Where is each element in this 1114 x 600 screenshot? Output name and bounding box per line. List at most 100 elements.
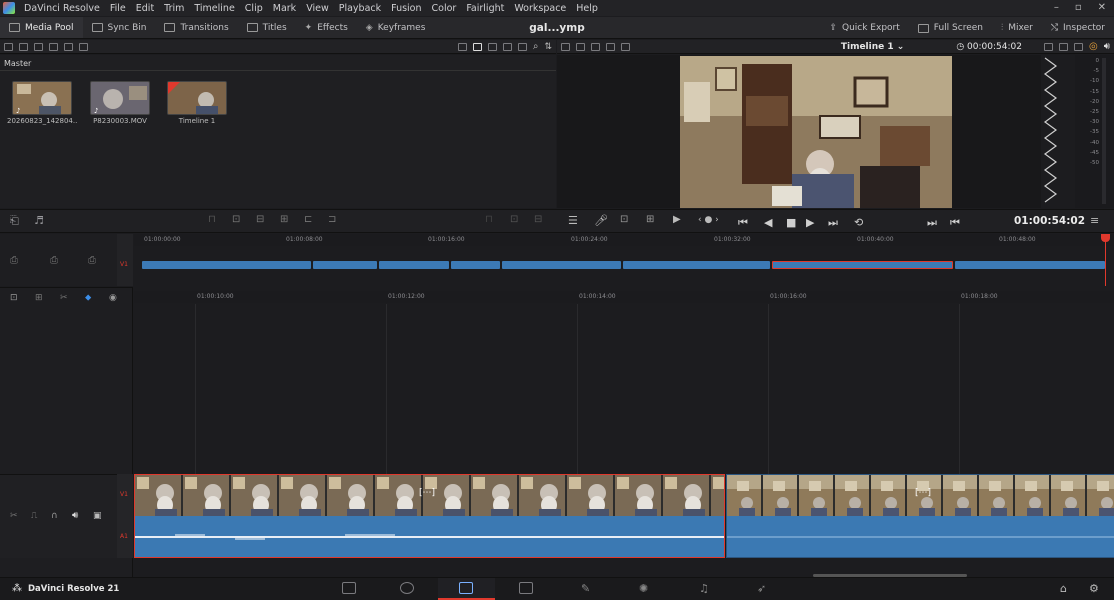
viewer-menu-icon[interactable]: ≡	[1090, 214, 1099, 227]
media-thumb-1[interactable]: ♪	[12, 81, 72, 115]
menu-trim[interactable]: Trim	[159, 3, 189, 14]
zoom-fit-icon[interactable]	[1043, 42, 1053, 51]
keyframes-button[interactable]: ◈ Keyframes	[357, 17, 435, 38]
metadata-view-icon[interactable]	[502, 42, 512, 51]
fit-to-fill-icon[interactable]: ⊞	[280, 214, 288, 225]
settings-sliders-icon[interactable]: ☰	[568, 214, 578, 227]
close-icon[interactable]: ✕	[1098, 2, 1106, 13]
menu-edit[interactable]: Edit	[131, 3, 159, 14]
search-icon[interactable]: ⌕	[533, 41, 539, 52]
overview-clip[interactable]	[451, 261, 500, 269]
track-tool-icon[interactable]: ⎙	[10, 255, 18, 266]
viewer-options-icon[interactable]	[1058, 42, 1068, 51]
new-timeline-icon[interactable]	[34, 42, 43, 51]
effects-button[interactable]: ✦ Effects	[296, 17, 357, 38]
inspector-button[interactable]: ⤭ Inspector	[1042, 17, 1114, 39]
overview-clip[interactable]	[142, 261, 311, 269]
audio-lock-icon[interactable]: ♬	[34, 214, 44, 227]
headphones-icon[interactable]: ∩	[51, 511, 58, 521]
upper-playhead[interactable]	[1105, 236, 1106, 286]
ripple-icon[interactable]: ⊓	[485, 214, 493, 225]
overview-clip[interactable]	[955, 261, 1105, 269]
skip-to-end-icon[interactable]: ⏭︎	[828, 216, 838, 230]
cut-tool-icon[interactable]: ✂︎	[10, 511, 18, 521]
marker-icon[interactable]: ⬥	[85, 293, 91, 303]
media-thumb-timeline[interactable]	[167, 81, 227, 115]
relink-icon[interactable]	[64, 42, 73, 51]
sort-icon[interactable]: ⇅	[544, 42, 552, 52]
dual-viewer-icon[interactable]	[606, 42, 615, 51]
menu-fusion[interactable]: Fusion	[386, 3, 426, 14]
overview-clip[interactable]	[623, 261, 770, 269]
menu-clip[interactable]: Clip	[240, 3, 268, 14]
audio-view-icon[interactable]	[621, 42, 630, 51]
music-page-icon[interactable]: ♫	[699, 582, 709, 595]
overview-clip[interactable]	[502, 261, 621, 269]
color-page-icon[interactable]: ✎	[581, 582, 590, 595]
snap-icon[interactable]: ⎗	[10, 214, 19, 228]
sync-bin-button[interactable]: Sync Bin	[83, 17, 156, 38]
import-icon[interactable]	[49, 42, 58, 51]
smooth-cut-icon[interactable]: ▶︎	[673, 214, 681, 225]
media-page-icon[interactable]	[342, 582, 356, 594]
source-viewer-icon[interactable]	[561, 42, 570, 51]
source-overwrite-icon[interactable]: ⊟	[534, 214, 542, 225]
mixer-button[interactable]: ⫶ Mixer	[992, 17, 1042, 39]
cut-icon[interactable]: ⊡	[620, 214, 628, 225]
play-reverse-icon[interactable]: ◀︎	[764, 216, 772, 229]
restore-icon[interactable]: ▫	[1075, 2, 1082, 13]
prev-edit-icon[interactable]: ⏮︎	[950, 216, 960, 230]
menu-file[interactable]: File	[105, 3, 131, 14]
insert-icon[interactable]: ⊓	[208, 214, 216, 225]
settings-gear-icon[interactable]: ⚙︎	[1089, 582, 1099, 595]
transform-icon[interactable]	[1073, 42, 1083, 51]
edit-page-icon[interactable]	[459, 582, 473, 594]
media-thumb-2[interactable]: ♪	[90, 81, 150, 115]
menu-playback[interactable]: Playback	[334, 3, 386, 14]
replace-icon[interactable]: ⊟	[256, 214, 264, 225]
fairlight-page-icon[interactable]: ✺	[639, 582, 648, 595]
clip-viewer-icon[interactable]	[576, 42, 585, 51]
voiceover-icon[interactable]: 🎤︎	[594, 214, 608, 227]
link-icon[interactable]	[517, 42, 527, 51]
deliver-page-icon[interactable]: ➶	[757, 582, 766, 595]
menu-mark[interactable]: Mark	[268, 3, 301, 14]
color-picker-icon[interactable]: ◎	[1089, 41, 1098, 52]
full-screen-button[interactable]: Full Screen	[909, 17, 992, 39]
overwrite-icon[interactable]: ⊡	[232, 214, 240, 225]
menu-fairlight[interactable]: Fairlight	[461, 3, 509, 14]
skip-to-start-icon[interactable]: ⏮︎	[738, 216, 748, 230]
filmstrip-view-icon[interactable]	[487, 42, 497, 51]
overview-clip[interactable]	[379, 261, 449, 269]
overview-clip[interactable]	[313, 261, 377, 269]
quick-export-button[interactable]: ⇪ Quick Export	[820, 17, 908, 39]
timeline-selector[interactable]: Timeline 1 ⌄	[841, 42, 904, 52]
titles-button[interactable]: Titles	[238, 17, 296, 38]
thumbnail-view-icon[interactable]	[472, 42, 482, 51]
place-on-top-icon[interactable]: ⊏	[304, 214, 312, 225]
transitions-button[interactable]: Transitions	[155, 17, 237, 38]
menu-color[interactable]: Color	[427, 3, 462, 14]
timeline-viewer-icon[interactable]	[591, 42, 600, 51]
lock-track-icon[interactable]: ⎍	[31, 511, 37, 521]
menu-workspace[interactable]: Workspace	[509, 3, 571, 14]
dissolve-icon[interactable]: ⊞	[646, 214, 654, 225]
stop-icon[interactable]: ■	[786, 216, 796, 229]
track-tool-icon[interactable]: ⎙	[50, 255, 58, 266]
next-edit-icon[interactable]: ⏭︎	[927, 216, 937, 230]
speaker-icon[interactable]: 🔊︎	[1104, 41, 1110, 52]
append-icon[interactable]: ⊐	[328, 214, 336, 225]
clip-view-icon[interactable]: ▣	[93, 511, 102, 521]
home-icon[interactable]: ⌂	[1060, 582, 1067, 595]
cut-page-icon[interactable]	[400, 582, 414, 594]
list-view-icon[interactable]	[457, 42, 467, 51]
close-up-icon[interactable]: ⊡	[510, 214, 518, 225]
trim-icon[interactable]: ⊞	[35, 293, 43, 303]
razor-icon[interactable]: ✂︎	[60, 293, 68, 303]
minimize-icon[interactable]: –	[1054, 2, 1059, 13]
menu-view[interactable]: View	[301, 3, 334, 14]
volume-icon[interactable]: 🔊︎	[72, 510, 78, 521]
fusion-page-icon[interactable]	[519, 582, 533, 594]
timeline-options-icon[interactable]: ⊡	[10, 293, 18, 303]
loop-icon[interactable]: ⟲	[854, 216, 863, 229]
